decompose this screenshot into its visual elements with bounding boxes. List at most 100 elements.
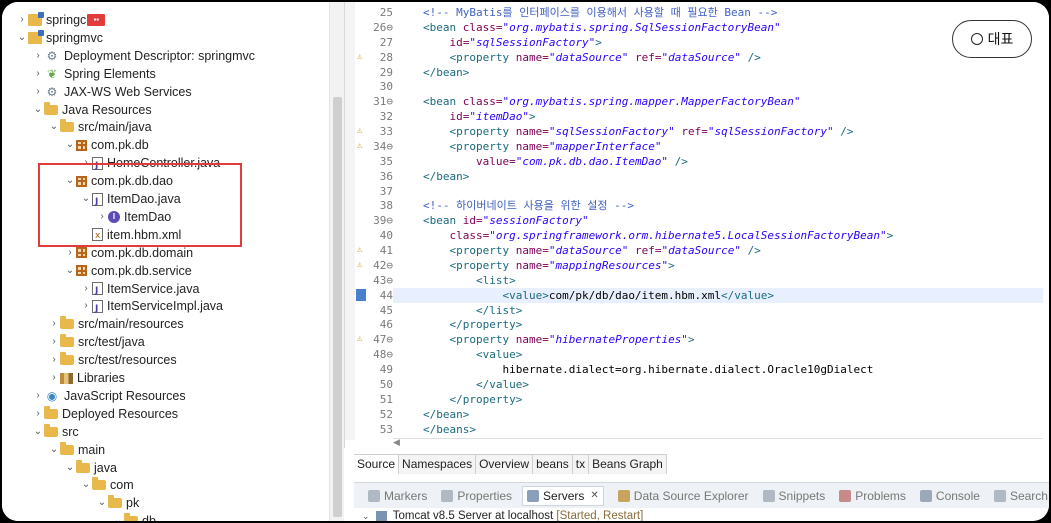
view-tab[interactable]: Servers ✕ [522, 485, 604, 506]
tree-item[interactable]: ⌄ com.pk.db.dao [64, 172, 173, 190]
collapse-icon[interactable]: ⌄ [64, 172, 76, 190]
tree-item[interactable]: ⌄ springmvc [16, 29, 103, 47]
tree-item[interactable]: ⌄ java [64, 459, 117, 477]
tree-item[interactable]: ⌄ com [80, 476, 134, 494]
editor-tab[interactable]: Beans Graph [589, 455, 667, 474]
expand-icon[interactable]: › [80, 297, 92, 315]
expand-icon[interactable]: › [32, 387, 44, 405]
view-tab[interactable]: Problems [839, 489, 906, 503]
collapse-icon[interactable]: ⌄ [16, 29, 28, 47]
tree-item[interactable]: › ⚙ JAX-WS Web Services [32, 83, 191, 101]
collapse-icon[interactable]: ⌄ [96, 494, 108, 512]
tree-item[interactable]: › src/main/resources [48, 315, 184, 333]
expand-icon[interactable]: ⌄ [362, 511, 370, 521]
redaction-badge: ▪▪ [87, 14, 106, 26]
tree-item[interactable]: ⌄ db [112, 512, 156, 521]
expand-icon[interactable]: › [80, 280, 92, 298]
collapse-icon[interactable]: ⌄ [32, 101, 44, 119]
collapse-icon[interactable]: ⌄ [80, 190, 92, 208]
warning-icon[interactable]: ⚠ [357, 124, 365, 139]
tree-item[interactable]: › src/test/resources [48, 351, 177, 369]
editor-tab[interactable]: Namespaces [399, 455, 477, 474]
tree-item[interactable]: ⌄ ItemDao.java [80, 190, 181, 211]
view-tab[interactable]: Data Source Explorer [617, 489, 749, 503]
tree-item[interactable]: › ⚙ Deployment Descriptor: springmvc [32, 47, 255, 65]
collapse-icon[interactable]: ⌄ [64, 136, 76, 154]
tree-item[interactable]: › Libraries [48, 369, 125, 387]
tree-item[interactable]: › com.pk.db.domain [64, 244, 193, 262]
expand-icon[interactable]: › [64, 244, 76, 262]
tree-item[interactable]: › Deployed Resources [32, 405, 178, 423]
tree-item[interactable]: › I ItemDao [96, 208, 171, 226]
tree-item[interactable]: ⌄ com.pk.db.service [64, 262, 192, 280]
collapse-icon[interactable]: ⌄ [48, 441, 60, 459]
line-number: 39⊖ [373, 214, 393, 228]
code-token: </bean> [423, 65, 470, 79]
tree-item[interactable]: ⌄ src/main/java [48, 118, 152, 136]
warning-icon[interactable]: ⚠ [357, 258, 365, 273]
close-icon[interactable]: ✕ [590, 490, 598, 501]
collapse-icon[interactable]: ⌄ [64, 262, 76, 280]
tree-item[interactable]: ⌄ src [32, 423, 79, 441]
tree-item[interactable]: › springc ▪▪ [16, 11, 106, 29]
expand-icon[interactable]: › [16, 11, 28, 29]
expand-icon[interactable]: › [48, 333, 60, 351]
editor-tab[interactable]: Source [354, 455, 400, 474]
warning-icon[interactable]: ⚠ [357, 332, 365, 347]
explorer-scroll-thumb[interactable] [333, 97, 342, 517]
expand-icon[interactable]: › [48, 315, 60, 333]
code-token: id= [462, 214, 483, 228]
expand-icon[interactable]: › [32, 65, 44, 83]
view-tab[interactable]: Snippets [762, 489, 825, 503]
tree-item[interactable]: ⌄ pk [96, 494, 139, 512]
tree-item[interactable]: ⌄ main [48, 441, 105, 459]
expand-icon[interactable]: › [48, 369, 60, 387]
view-tab[interactable]: Console [919, 489, 980, 503]
view-tab[interactable]: Markers [368, 489, 427, 503]
tree-item[interactable]: › ItemServiceImpl.java [80, 297, 223, 318]
tree-item[interactable]: ⌄ Java Resources [32, 101, 152, 119]
tree-item[interactable]: › ItemService.java [80, 280, 199, 301]
expand-icon[interactable]: › [32, 47, 44, 65]
tree-item[interactable]: ⌄ com.pk.db [64, 136, 149, 154]
scroll-left-icon[interactable]: ◀ [393, 437, 400, 448]
expand-icon[interactable]: › [32, 405, 44, 423]
collapse-icon[interactable]: ⌄ [48, 118, 60, 136]
expand-icon[interactable]: › [96, 208, 108, 226]
tree-item[interactable]: › HomeController.java [80, 154, 220, 175]
code-editor[interactable]: ◀ 25 <!-- MyBatis를 인터페이스를 이용해서 사용할 때 필요한 … [344, 2, 1049, 448]
view-tab[interactable]: Search [993, 489, 1048, 503]
editor-horizontal-scrollbar[interactable]: ◀ [393, 437, 1043, 448]
collapse-icon[interactable]: ⌄ [64, 459, 76, 477]
tree-item[interactable]: item.hbm.xml [80, 226, 181, 245]
collapse-icon[interactable]: ⌄ [80, 476, 92, 494]
editor-tab[interactable]: beans [533, 455, 573, 474]
warning-icon[interactable]: ⚠ [357, 50, 365, 65]
code-text: <!-- 하이버네이트 사용을 위한 설정 --> [423, 198, 634, 213]
view-tab-icon [527, 489, 540, 502]
warning-icon[interactable]: ⚠ [357, 243, 365, 258]
server-row[interactable]: ⌄ Tomcat v8.5 Server at localhost [Start… [362, 510, 643, 521]
folder-icon [60, 119, 74, 133]
tree-item[interactable]: › src/test/java [48, 333, 145, 351]
view-tab[interactable]: Properties [441, 489, 512, 503]
editor-tab[interactable]: Overview [476, 455, 534, 474]
xml-file-icon [92, 227, 103, 245]
collapse-icon[interactable]: ⌄ [32, 423, 44, 441]
representative-button[interactable]: 대표 [952, 20, 1032, 58]
collapse-icon[interactable]: ⌄ [112, 512, 124, 521]
folder-icon [92, 477, 106, 491]
expand-icon[interactable]: › [32, 83, 44, 101]
warning-icon[interactable]: ⚠ [357, 139, 365, 154]
editor-tab[interactable]: tx [572, 455, 590, 474]
tree-item[interactable]: › ◉ JavaScript Resources [32, 387, 185, 405]
expand-icon[interactable]: › [80, 154, 92, 172]
code-text: id="sqlSessionFactory"> [423, 35, 602, 50]
gear-icon: ⚙ [46, 48, 58, 63]
explorer-scrollbar[interactable] [329, 2, 344, 521]
expand-icon[interactable]: › [48, 351, 60, 369]
tree-item[interactable]: › ❦ Spring Elements [32, 65, 155, 83]
